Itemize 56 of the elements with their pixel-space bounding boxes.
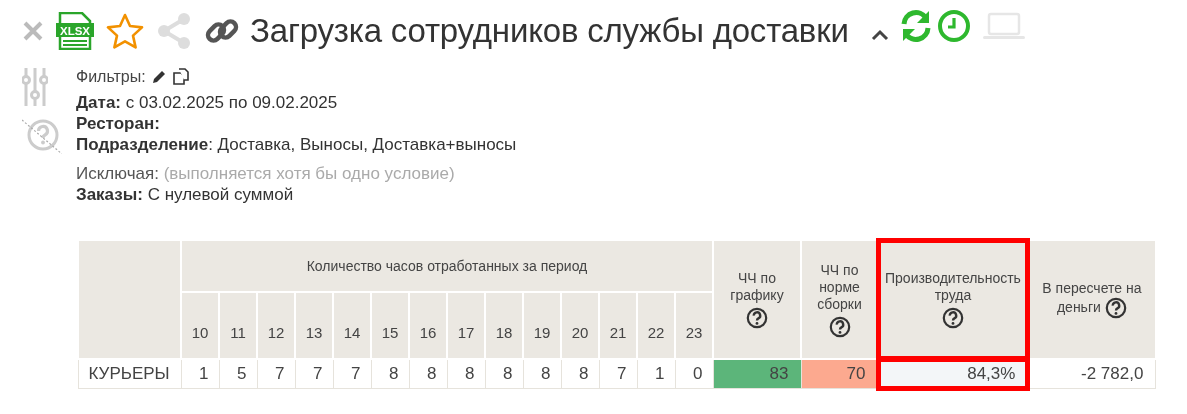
table-cell: 7 bbox=[599, 359, 637, 389]
column-header: 11 bbox=[219, 292, 257, 359]
filter-line: Заказы: С нулевой суммой bbox=[76, 184, 295, 205]
column-header: 21 bbox=[599, 292, 637, 359]
pencil-icon[interactable] bbox=[150, 69, 167, 85]
column-header: 10 bbox=[181, 292, 219, 359]
table-cell: 84,3% bbox=[878, 359, 1028, 389]
copy-icon[interactable] bbox=[171, 68, 190, 86]
table-cell: 1 bbox=[637, 359, 675, 389]
column-header: Производительность труда bbox=[878, 240, 1028, 359]
clock-icon[interactable] bbox=[936, 9, 971, 43]
sliders-icon[interactable] bbox=[22, 68, 48, 106]
column-header: ЧЧ по графику bbox=[713, 240, 801, 359]
table-cell: 8 bbox=[371, 359, 409, 389]
column-header: 13 bbox=[295, 292, 333, 359]
table-cell: 8 bbox=[447, 359, 485, 389]
help-icon[interactable] bbox=[746, 307, 768, 329]
table-cell: 8 bbox=[485, 359, 523, 389]
table-cell: -2 782,0 bbox=[1027, 359, 1156, 389]
column-header: 22 bbox=[637, 292, 675, 359]
table-cell: 0 bbox=[675, 359, 713, 389]
filter-line: Подразделение: Доставка, Выносы, Доставка+выносы bbox=[76, 134, 517, 155]
column-header: 17 bbox=[447, 292, 485, 359]
exclude-note: (выполняется хотя бы одно условие) bbox=[163, 164, 455, 183]
filter-line: Ресторан: bbox=[76, 113, 161, 134]
column-header: 20 bbox=[561, 292, 599, 359]
table-cell: 7 bbox=[257, 359, 295, 389]
table-cell: 7 bbox=[333, 359, 371, 389]
column-header: 19 bbox=[523, 292, 561, 359]
filter-line: Дата: с 03.02.2025 по 09.02.2025 bbox=[76, 92, 339, 113]
column-header: 23 bbox=[675, 292, 713, 359]
table-cell: 83 bbox=[713, 359, 801, 389]
filters-label: Фильтры: bbox=[76, 68, 146, 86]
column-header: В пересчете на деньги bbox=[1027, 240, 1156, 359]
collapse-caret-icon[interactable] bbox=[870, 29, 889, 41]
table-cell: 8 bbox=[409, 359, 447, 389]
xlsx-file-icon[interactable]: XLSX bbox=[56, 12, 94, 50]
exclude-label: Исключая: bbox=[76, 164, 159, 183]
row-label: КУРЬЕРЫ bbox=[78, 359, 181, 389]
table-cell: 8 bbox=[561, 359, 599, 389]
column-header: 15 bbox=[371, 292, 409, 359]
table-cell: 5 bbox=[219, 359, 257, 389]
table-cell: 7 bbox=[295, 359, 333, 389]
column-header: 16 bbox=[409, 292, 447, 359]
help-icon[interactable] bbox=[1104, 297, 1127, 319]
help-icon[interactable] bbox=[941, 307, 964, 329]
column-header: 14 bbox=[333, 292, 371, 359]
report-title: Загрузка сотрудников службы доставки bbox=[250, 12, 849, 50]
table-cell: 8 bbox=[523, 359, 561, 389]
column-header: Количество часов отработанных за период bbox=[181, 240, 713, 292]
column-header: ЧЧ по норме сборки bbox=[801, 240, 878, 359]
column-header: 12 bbox=[257, 292, 295, 359]
column-header: 18 bbox=[485, 292, 523, 359]
table-cell: 1 bbox=[181, 359, 219, 389]
star-icon[interactable] bbox=[106, 13, 144, 49]
help-icon[interactable] bbox=[828, 315, 851, 338]
